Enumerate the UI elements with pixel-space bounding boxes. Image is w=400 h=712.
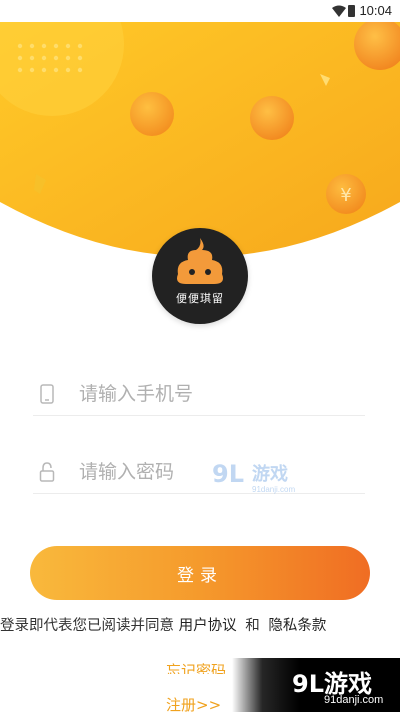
watermark-domain: 91danji.com	[324, 694, 384, 706]
agreement-prefix: 登录即代表您已阅读并同意	[0, 618, 174, 634]
agreement-conjunction: 和	[245, 618, 260, 634]
phone-icon	[40, 384, 54, 404]
svg-text:¥: ¥	[340, 185, 351, 206]
status-time: 10:04	[359, 3, 392, 18]
login-button[interactable]: 登录	[30, 546, 370, 600]
battery-icon	[348, 5, 355, 17]
watermark-logo-icon: 9L 游戏 91danji.com	[212, 460, 295, 494]
forgot-password-link[interactable]: 忘记密码	[166, 660, 226, 674]
agreement-text: 登录即代表您已阅读并同意 用户协议 和 隐私条款	[0, 614, 400, 635]
privacy-policy-link[interactable]: 隐私条款	[268, 618, 326, 634]
app-logo: 便便琪留	[152, 228, 248, 324]
app-logo-text: 便便琪留	[176, 292, 224, 305]
lock-icon	[39, 462, 55, 482]
phone-input[interactable]	[79, 378, 359, 410]
password-field	[33, 450, 365, 494]
watermark-badge: 9L游戏 91danji.com	[232, 658, 400, 712]
svg-text:游戏: 游戏	[252, 463, 288, 485]
svg-text:91danji.com: 91danji.com	[252, 485, 295, 494]
wifi-icon	[332, 5, 346, 17]
register-link[interactable]: 注册>>	[166, 694, 221, 712]
svg-text:9L: 9L	[212, 460, 244, 488]
status-bar: 10:04	[0, 0, 400, 22]
phone-field	[33, 372, 365, 416]
user-agreement-link[interactable]: 用户协议	[179, 618, 237, 634]
poop-mascot-icon	[177, 238, 223, 284]
